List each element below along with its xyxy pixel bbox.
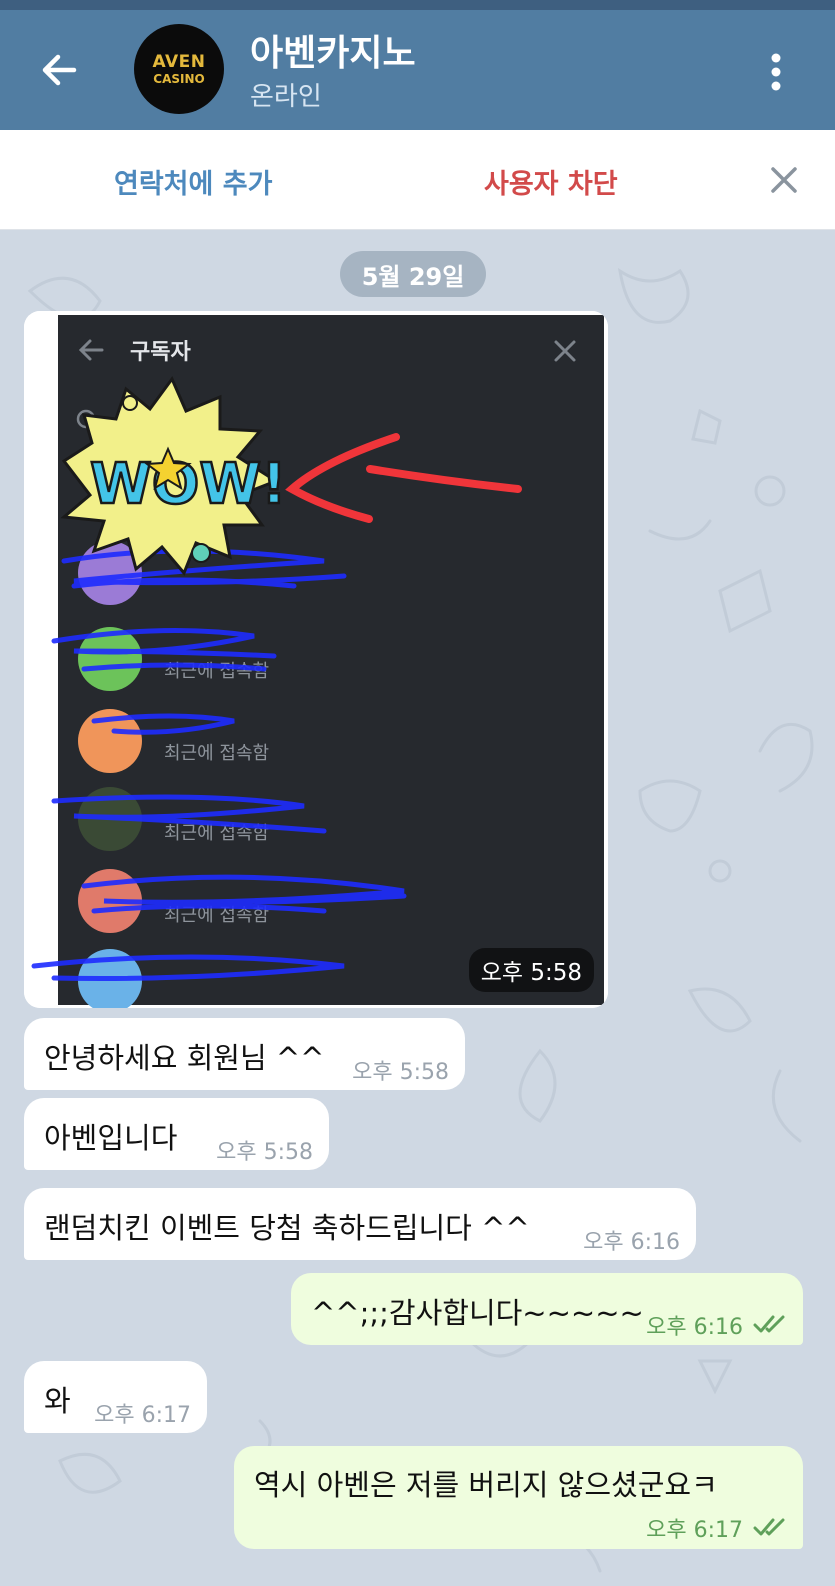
message-time: 오후 6:16 [583,1230,680,1255]
message-text: 안녕하세요 회원님 ^^ [44,1041,325,1075]
inner-row-status: 최근에 접속함 [164,743,269,764]
message-text: 아벤입니다 [44,1121,178,1155]
message-time: 오후 5:58 [352,1060,449,1085]
block-user-button[interactable]: 사용자 차단 [484,162,618,201]
online-status: 온라인 [250,82,322,112]
status-strip [0,0,835,10]
avatar-logo-line1: AVEN [152,51,206,72]
date-separator: 5월 29일 [340,251,486,297]
avatar-logo-line2: CASINO [153,71,205,86]
message-bubble-outgoing[interactable]: ^^;;;감사합니다~~~~~ 오후 6:16 [291,1273,803,1345]
back-arrow-icon[interactable] [34,44,86,96]
message-list[interactable]: 5월 29일 구독자 검색 최근에 접속함 최근에 접속함 최근에 접속함 최근… [0,231,835,1586]
message-bubble-incoming[interactable]: 와 오후 6:17 [24,1361,207,1433]
svg-text:WOW!: WOW! [90,452,287,517]
message-time: 오후 6:17 [646,1518,743,1543]
message-bubble-incoming[interactable]: 랜덤치킨 이벤트 당첨 축하드립니다 ^^ 오후 6:16 [24,1188,696,1260]
message-bubble-incoming[interactable]: 아벤입니다 오후 5:58 [24,1098,329,1170]
message-text: 랜덤치킨 이벤트 당첨 축하드립니다 ^^ [44,1211,530,1245]
message-text: 역시 아벤은 저를 버리지 않으셨군요ㅋ [254,1468,718,1502]
chat-title[interactable]: 아벤카지노 [250,24,416,76]
message-time: 오후 5:58 [216,1140,313,1165]
message-time: 오후 6:17 [94,1403,191,1428]
message-bubble-outgoing[interactable]: 역시 아벤은 저를 버리지 않으셨군요ㅋ 오후 6:17 [234,1446,803,1549]
media-message[interactable]: 구독자 검색 최근에 접속함 최근에 접속함 최근에 접속함 최근에 접속함 [24,311,608,1008]
contact-action-bar: 연락처에 추가 사용자 차단 [0,130,835,230]
media-timestamp: 오후 5:58 [468,948,594,992]
more-vert-icon[interactable] [760,46,792,98]
avatar[interactable]: AVEN CASINO [134,24,224,114]
inner-subscribers-title: 구독자 [130,340,191,365]
double-check-icon [753,1518,785,1536]
message-time: 오후 6:16 [646,1315,743,1340]
message-text: 와 [44,1384,71,1418]
message-text: ^^;;;감사합니다~~~~~ [311,1296,644,1330]
forwarded-screenshot-image: 구독자 검색 최근에 접속함 최근에 접속함 최근에 접속함 최근에 접속함 [24,311,608,1008]
add-contact-button[interactable]: 연락처에 추가 [114,162,272,201]
message-bubble-incoming[interactable]: 안녕하세요 회원님 ^^ 오후 5:58 [24,1018,465,1090]
close-icon[interactable] [766,162,802,198]
chat-header: AVEN CASINO 아벤카지노 온라인 [0,10,835,130]
double-check-icon [753,1315,785,1333]
